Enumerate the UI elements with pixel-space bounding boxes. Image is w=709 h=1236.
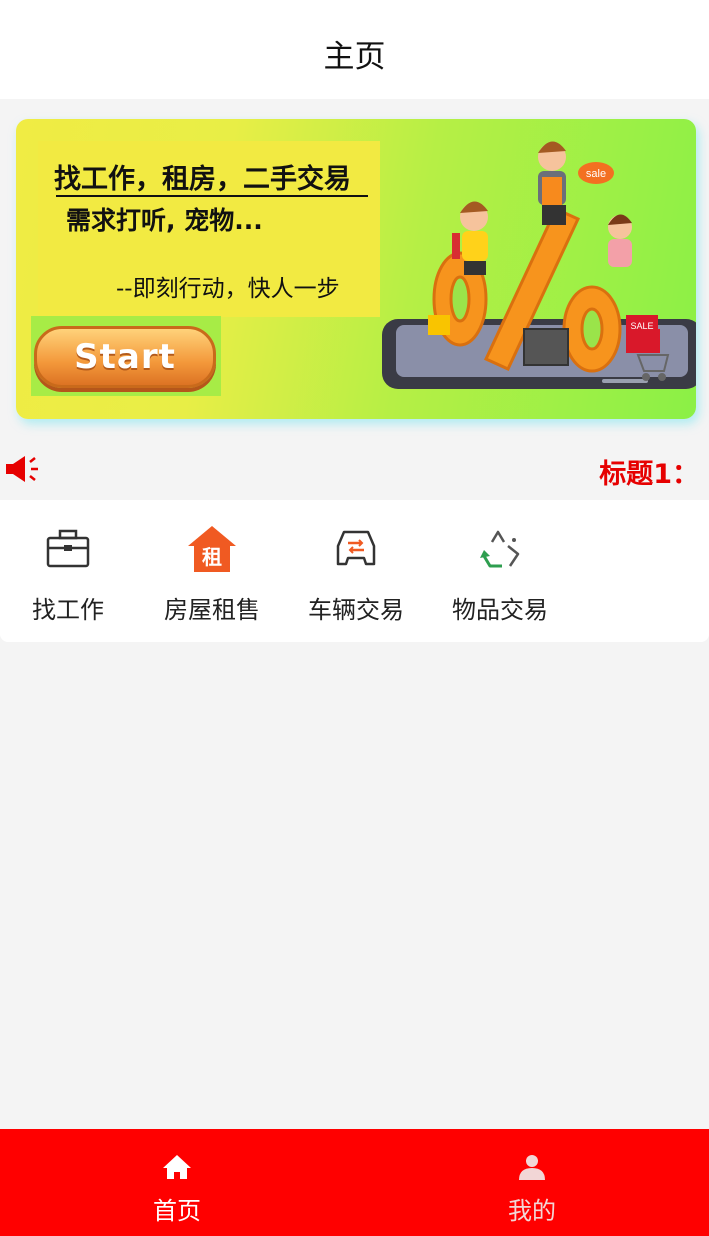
banner-headline: 找工作，租房，二手交易: [54, 164, 351, 195]
notice-bar[interactable]: 标题1：: [0, 438, 709, 500]
page-title: 主页: [323, 39, 386, 75]
home-icon: [163, 1155, 191, 1179]
menu-item-goods-trade[interactable]: 物品交易: [432, 500, 568, 642]
menu-item-vehicle-trade[interactable]: 车辆交易: [288, 500, 424, 642]
speaker-icon: [6, 456, 38, 482]
recycle-icon: [480, 530, 520, 568]
menu-item-house-rental[interactable]: 租 房屋租售: [144, 500, 280, 642]
character-illustration-2: sale: [538, 141, 614, 225]
tab-label: 首页: [153, 1197, 201, 1225]
car-trade-icon: [336, 530, 376, 566]
sale-tag-text: sale: [586, 168, 606, 180]
menu-label: 找工作: [32, 596, 104, 624]
menu-item-find-job[interactable]: 找工作: [0, 500, 136, 642]
category-menu: 找工作 租 房屋租售 车辆交易 物品交易: [0, 500, 709, 642]
start-button[interactable]: Start: [34, 326, 216, 388]
banner-headline-underline: [56, 195, 368, 197]
navigation-bar: 主页: [0, 0, 709, 99]
banner-subheadline: 需求打听, 宠物...: [66, 206, 263, 235]
rent-badge-text: 租: [202, 545, 222, 569]
rent-house-icon: 租: [188, 526, 236, 572]
tab-label: 我的: [508, 1197, 556, 1225]
menu-label: 物品交易: [452, 596, 548, 624]
banner-slogan: --即刻行动，快人一步: [116, 276, 340, 302]
promo-banner[interactable]: 找工作，租房，二手交易 需求打听, 宠物... --即刻行动，快人一步 Star…: [16, 119, 696, 419]
notice-title: 标题1：: [599, 459, 699, 490]
user-icon: [519, 1155, 545, 1180]
tab-mine[interactable]: 我的: [355, 1129, 709, 1236]
briefcase-icon: [46, 529, 90, 568]
menu-label: 车辆交易: [308, 596, 404, 624]
sale-box-text: SALE: [630, 321, 653, 331]
start-button-background: Start: [31, 316, 221, 396]
tab-home[interactable]: 首页: [0, 1129, 354, 1236]
shopping-illustration: sale SALE: [382, 141, 696, 389]
bottom-tab-bar: 首页 我的: [0, 1129, 709, 1236]
menu-label: 房屋租售: [164, 596, 260, 624]
package-illustration: [523, 328, 569, 366]
